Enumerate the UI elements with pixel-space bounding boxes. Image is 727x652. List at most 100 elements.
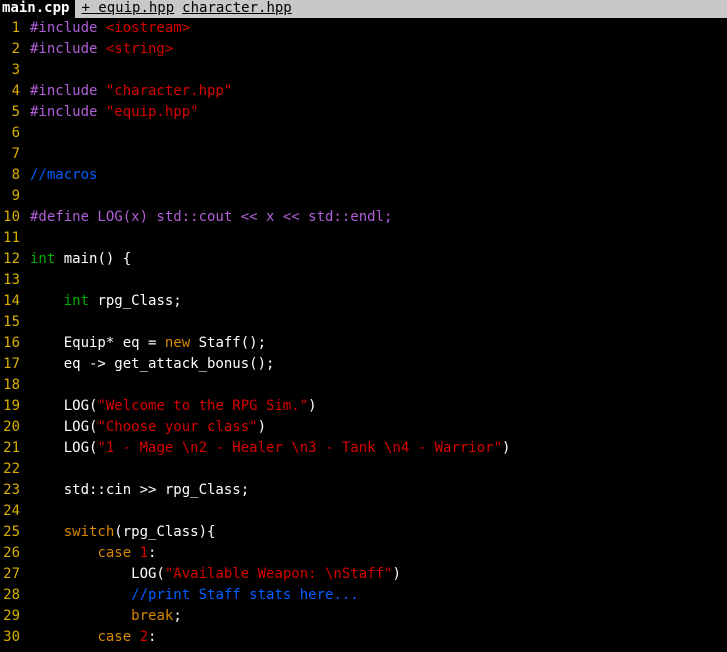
code-token: //print Staff stats here... bbox=[131, 587, 359, 603]
code-text[interactable]: Equip* eq = new Staff(); bbox=[30, 333, 266, 354]
code-line[interactable]: 15 bbox=[0, 312, 727, 333]
code-line[interactable]: 28 //print Staff stats here... bbox=[0, 585, 727, 606]
code-token: #include bbox=[30, 41, 106, 57]
code-text[interactable]: case 1: bbox=[30, 543, 156, 564]
line-number: 9 bbox=[11, 188, 20, 204]
tab-bar-fill bbox=[293, 0, 727, 18]
code-line[interactable]: 26 case 1: bbox=[0, 543, 727, 564]
tab-character-hpp[interactable]: character.hpp bbox=[176, 0, 294, 18]
line-number: 27 bbox=[3, 566, 20, 582]
code-line[interactable]: 11 bbox=[0, 228, 727, 249]
code-token: case bbox=[97, 629, 132, 645]
code-text[interactable]: #include "character.hpp" bbox=[30, 81, 232, 102]
code-token: int bbox=[63, 293, 90, 309]
code-text[interactable]: //print Staff stats here... bbox=[30, 585, 359, 606]
code-token: std::cin >> rpg_Class; bbox=[30, 482, 250, 498]
code-token: int bbox=[30, 251, 56, 267]
code-line[interactable]: 8 //macros bbox=[0, 165, 727, 186]
code-token: (rpg_Class){ bbox=[114, 524, 216, 540]
code-token: #define LOG(x) std::cout << x << std::en… bbox=[30, 209, 393, 225]
code-token: switch bbox=[63, 524, 115, 540]
line-number: 25 bbox=[3, 524, 20, 540]
line-number: 6 bbox=[11, 125, 20, 141]
code-line[interactable]: 6 bbox=[0, 123, 727, 144]
code-text[interactable]: LOG("Available Weapon: \nStaff") bbox=[30, 564, 401, 585]
line-number: 26 bbox=[3, 545, 20, 561]
code-text[interactable]: LOG("Welcome to the RPG Sim.") bbox=[30, 396, 317, 417]
code-text[interactable]: break; bbox=[30, 606, 182, 627]
code-line[interactable]: 23 std::cin >> rpg_Class; bbox=[0, 480, 727, 501]
code-line[interactable]: 29 break; bbox=[0, 606, 727, 627]
line-number: 18 bbox=[3, 377, 20, 393]
code-token: "1 - Mage \n2 - Healer \n3 - Tank \n4 - … bbox=[97, 440, 503, 456]
code-editor[interactable]: 1 #include <iostream> 2 #include <string> 3 4… bbox=[0, 18, 727, 648]
line-number: 5 bbox=[11, 104, 20, 120]
code-line[interactable]: 3 bbox=[0, 60, 727, 81]
line-number: 13 bbox=[3, 272, 20, 288]
line-number: 7 bbox=[11, 146, 20, 162]
code-text[interactable]: LOG("1 - Mage \n2 - Healer \n3 - Tank \n… bbox=[30, 438, 511, 459]
code-text[interactable]: #include <string> bbox=[30, 39, 173, 60]
line-number: 23 bbox=[3, 482, 20, 498]
code-line[interactable]: 20 LOG("Choose your class") bbox=[0, 417, 727, 438]
code-text[interactable]: case 2: bbox=[30, 627, 156, 648]
code-line[interactable]: 5 #include "equip.hpp" bbox=[0, 102, 727, 123]
code-line[interactable]: 4 #include "character.hpp" bbox=[0, 81, 727, 102]
code-line[interactable]: 30 case 2: bbox=[0, 627, 727, 648]
code-line[interactable]: 24 bbox=[0, 501, 727, 522]
line-number: 17 bbox=[3, 356, 20, 372]
line-number: 4 bbox=[11, 83, 20, 99]
code-text[interactable]: #include <iostream> bbox=[30, 18, 190, 39]
code-line[interactable]: 18 bbox=[0, 375, 727, 396]
line-number: 21 bbox=[3, 440, 20, 456]
line-number: 16 bbox=[3, 335, 20, 351]
code-token: eq -> get_attack_bonus(); bbox=[30, 356, 275, 372]
code-token: LOG( bbox=[30, 440, 98, 456]
tab-bar: main.cpp + equip.hpp character.hpp bbox=[0, 0, 727, 18]
code-line[interactable]: 2 #include <string> bbox=[0, 39, 727, 60]
code-token: Staff(); bbox=[190, 335, 267, 351]
code-token: ) bbox=[392, 566, 401, 582]
code-text[interactable]: #include "equip.hpp" bbox=[30, 102, 199, 123]
code-line[interactable]: 19 LOG("Welcome to the RPG Sim.") bbox=[0, 396, 727, 417]
code-token: LOG( bbox=[30, 419, 98, 435]
code-line[interactable]: 12 int main() { bbox=[0, 249, 727, 270]
code-line[interactable]: 27 LOG("Available Weapon: \nStaff") bbox=[0, 564, 727, 585]
code-text[interactable]: LOG("Choose your class") bbox=[30, 417, 266, 438]
code-token: "character.hpp" bbox=[105, 83, 233, 99]
code-line[interactable]: 16 Equip* eq = new Staff(); bbox=[0, 333, 727, 354]
code-line[interactable]: 13 bbox=[0, 270, 727, 291]
code-token: : bbox=[148, 629, 157, 645]
code-line[interactable]: 14 int rpg_Class; bbox=[0, 291, 727, 312]
code-token: ) bbox=[502, 440, 511, 456]
code-line[interactable]: 7 bbox=[0, 144, 727, 165]
line-number: 11 bbox=[3, 230, 20, 246]
code-line[interactable]: 17 eq -> get_attack_bonus(); bbox=[0, 354, 727, 375]
tab-main-cpp[interactable]: main.cpp bbox=[0, 0, 76, 18]
code-text[interactable]: std::cin >> rpg_Class; bbox=[30, 480, 249, 501]
code-token: "Welcome to the RPG Sim." bbox=[97, 398, 309, 414]
code-text[interactable]: eq -> get_attack_bonus(); bbox=[30, 354, 275, 375]
code-token: "equip.hpp" bbox=[105, 104, 199, 120]
code-line[interactable]: 9 bbox=[0, 186, 727, 207]
code-text[interactable]: switch(rpg_Class){ bbox=[30, 522, 216, 543]
code-token: 2 bbox=[139, 629, 149, 645]
code-line[interactable]: 21 LOG("1 - Mage \n2 - Healer \n3 - Tank… bbox=[0, 438, 727, 459]
line-number: 29 bbox=[3, 608, 20, 624]
tab-equip-hpp[interactable]: + equip.hpp bbox=[75, 0, 177, 18]
code-token: "Choose your class" bbox=[97, 419, 258, 435]
code-text[interactable]: #define LOG(x) std::cout << x << std::en… bbox=[30, 207, 392, 228]
code-token: break bbox=[131, 608, 174, 624]
code-text[interactable]: //macros bbox=[30, 165, 97, 186]
code-text[interactable]: int main() { bbox=[30, 249, 131, 270]
code-line[interactable]: 10 #define LOG(x) std::cout << x << std::… bbox=[0, 207, 727, 228]
code-line[interactable]: 25 switch(rpg_Class){ bbox=[0, 522, 727, 543]
code-token: #include bbox=[30, 83, 106, 99]
code-token: LOG( bbox=[30, 398, 98, 414]
code-token: "Available Weapon: \nStaff" bbox=[164, 566, 393, 582]
code-text[interactable]: int rpg_Class; bbox=[30, 291, 182, 312]
code-line[interactable]: 1 #include <iostream> bbox=[0, 18, 727, 39]
code-line[interactable]: 22 bbox=[0, 459, 727, 480]
